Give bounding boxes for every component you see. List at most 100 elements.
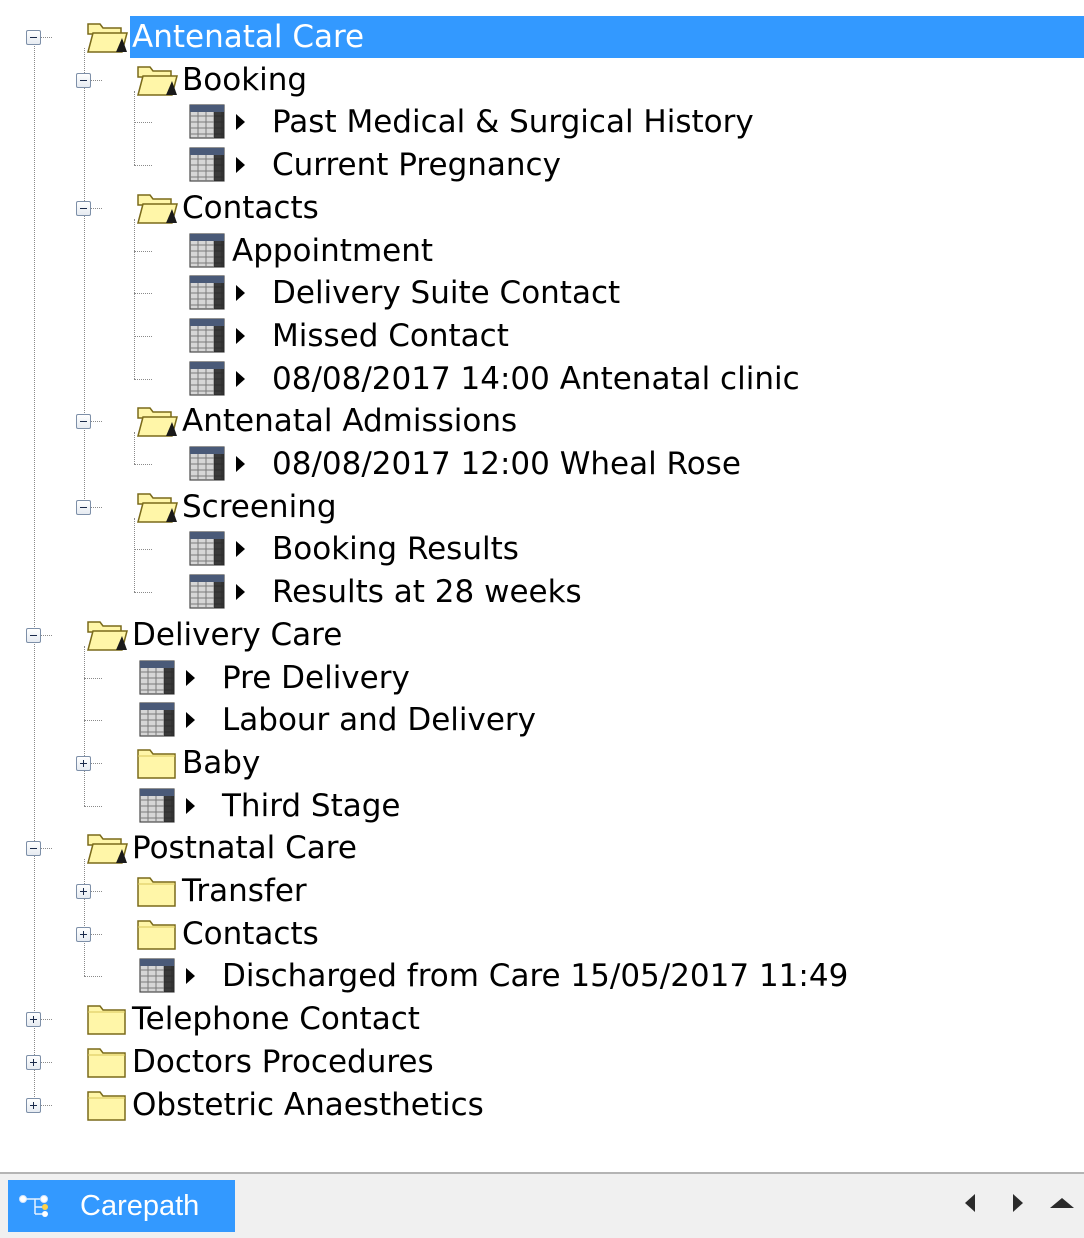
- tree-folder-postnatal-care[interactable]: Postnatal Care: [0, 827, 1084, 869]
- tree-node-label: Booking Results: [272, 531, 519, 567]
- tree-node-label: Postnatal Care: [132, 830, 357, 866]
- form-icon: [186, 315, 228, 357]
- tree-folder-booking[interactable]: Booking: [0, 59, 1084, 101]
- carepath-tree: Antenatal Care Booking Past Medical & Surg…: [0, 0, 1084, 1170]
- tree-folder-telephone-contact[interactable]: Telephone Contact: [0, 998, 1084, 1040]
- play-arrow-icon: [186, 712, 195, 728]
- tree-folder-obstetric-anaesthetics[interactable]: Obstetric Anaesthetics: [0, 1084, 1084, 1126]
- tree-connector-line: [134, 336, 152, 337]
- form-icon: [136, 657, 178, 699]
- tree-folder-baby[interactable]: Baby: [0, 742, 1084, 784]
- folder-icon: [86, 1084, 128, 1126]
- folder-open-icon: [136, 187, 178, 229]
- carepath-tab-label: Carepath: [80, 1190, 200, 1222]
- tree-node-label: Missed Contact: [272, 318, 509, 354]
- collapse-icon[interactable]: [76, 414, 91, 429]
- collapse-icon[interactable]: [26, 628, 41, 643]
- play-arrow-icon: [236, 328, 245, 344]
- tree-node-label: Past Medical & Surgical History: [272, 104, 754, 140]
- tree-connector-line: [134, 592, 152, 593]
- form-icon: [186, 101, 228, 143]
- tree-node-label: Delivery Care: [132, 617, 343, 653]
- tree-folder-doctors-procedures[interactable]: Doctors Procedures: [0, 1041, 1084, 1083]
- tree-node-label: Obstetric Anaesthetics: [132, 1087, 484, 1123]
- expand-icon[interactable]: [26, 1055, 41, 1070]
- tree-node-label: Current Pregnancy: [272, 147, 561, 183]
- play-arrow-icon: [236, 371, 245, 387]
- tree-connector-line: [84, 720, 102, 721]
- tree-item-08-08-2017-14-00-antenatal-clinic[interactable]: 08/08/2017 14:00 Antenatal clinic: [0, 358, 1084, 400]
- tree-item-08-08-2017-12-00-wheal-rose[interactable]: 08/08/2017 12:00 Wheal Rose: [0, 443, 1084, 485]
- tree-folder-screening[interactable]: Screening: [0, 486, 1084, 528]
- tree-item-past-medical-surgical-history[interactable]: Past Medical & Surgical History: [0, 101, 1084, 143]
- play-arrow-icon: [236, 584, 245, 600]
- tree-node-label: Doctors Procedures: [132, 1044, 434, 1080]
- carepath-tab[interactable]: Carepath: [8, 1180, 235, 1232]
- scroll-left-icon[interactable]: [965, 1194, 975, 1212]
- form-icon: [186, 358, 228, 400]
- expand-icon[interactable]: [76, 884, 91, 899]
- expand-icon[interactable]: [76, 927, 91, 942]
- play-arrow-icon: [236, 157, 245, 173]
- collapse-icon[interactable]: [26, 841, 41, 856]
- tree-item-appointment[interactable]: Appointment: [0, 230, 1084, 272]
- tree-folder-contacts[interactable]: Contacts: [0, 913, 1084, 955]
- collapse-icon[interactable]: [26, 30, 41, 45]
- folder-open-icon: [136, 59, 178, 101]
- folder-icon: [136, 742, 178, 784]
- collapse-icon[interactable]: [76, 73, 91, 88]
- tree-item-booking-results[interactable]: Booking Results: [0, 528, 1084, 570]
- expand-icon[interactable]: [26, 1098, 41, 1113]
- tree-node-label: Baby: [182, 745, 261, 781]
- tree-connector-line: [84, 976, 102, 977]
- tree-node-label: Results at 28 weeks: [272, 574, 582, 610]
- tree-item-pre-delivery[interactable]: Pre Delivery: [0, 657, 1084, 699]
- tree-connector-line: [134, 379, 152, 380]
- folder-open-icon: [136, 486, 178, 528]
- tree-item-discharged-from-care-15-05-2017-11-49[interactable]: Discharged from Care 15/05/2017 11:49: [0, 955, 1084, 997]
- folder-icon: [136, 870, 178, 912]
- folder-icon: [136, 913, 178, 955]
- tree-item-third-stage[interactable]: Third Stage: [0, 785, 1084, 827]
- tree-folder-antenatal-care[interactable]: Antenatal Care: [0, 16, 1084, 58]
- form-icon: [186, 144, 228, 186]
- tree-connector-line: [134, 293, 152, 294]
- tree-node-label: Delivery Suite Contact: [272, 275, 621, 311]
- tree-connector-line: [134, 165, 152, 166]
- tree-item-missed-contact[interactable]: Missed Contact: [0, 315, 1084, 357]
- tree-node-label: Telephone Contact: [132, 1001, 420, 1037]
- folder-icon: [86, 998, 128, 1040]
- tree-connector-line: [134, 464, 152, 465]
- collapse-icon[interactable]: [76, 500, 91, 515]
- tree-item-current-pregnancy[interactable]: Current Pregnancy: [0, 144, 1084, 186]
- play-arrow-icon: [236, 541, 245, 557]
- tree-node-label: Discharged from Care 15/05/2017 11:49: [222, 958, 849, 994]
- play-arrow-icon: [236, 285, 245, 301]
- form-icon: [136, 699, 178, 741]
- play-arrow-icon: [186, 798, 195, 814]
- play-arrow-icon: [236, 456, 245, 472]
- tree-node-label: Pre Delivery: [222, 660, 410, 696]
- tree-node-label: Transfer: [182, 873, 307, 909]
- folder-open-icon: [86, 16, 128, 58]
- tree-item-labour-and-delivery[interactable]: Labour and Delivery: [0, 699, 1084, 741]
- tree-folder-transfer[interactable]: Transfer: [0, 870, 1084, 912]
- tree-connector-line: [134, 549, 152, 550]
- scroll-up-icon[interactable]: [1050, 1198, 1074, 1208]
- tree-connector-line: [84, 678, 102, 679]
- tree-folder-antenatal-admissions[interactable]: Antenatal Admissions: [0, 400, 1084, 442]
- tree-item-results-at-28-weeks[interactable]: Results at 28 weeks: [0, 571, 1084, 613]
- tree-item-delivery-suite-contact[interactable]: Delivery Suite Contact: [0, 272, 1084, 314]
- form-icon: [186, 272, 228, 314]
- folder-icon: [86, 1041, 128, 1083]
- tree-connector-line: [134, 122, 152, 123]
- collapse-icon[interactable]: [76, 201, 91, 216]
- tree-folder-contacts[interactable]: Contacts: [0, 187, 1084, 229]
- play-arrow-icon: [186, 670, 195, 686]
- tree-folder-delivery-care[interactable]: Delivery Care: [0, 614, 1084, 656]
- expand-icon[interactable]: [26, 1012, 41, 1027]
- expand-icon[interactable]: [76, 756, 91, 771]
- tree-connector-line: [134, 251, 152, 252]
- scroll-right-icon[interactable]: [1013, 1194, 1023, 1212]
- form-icon: [186, 571, 228, 613]
